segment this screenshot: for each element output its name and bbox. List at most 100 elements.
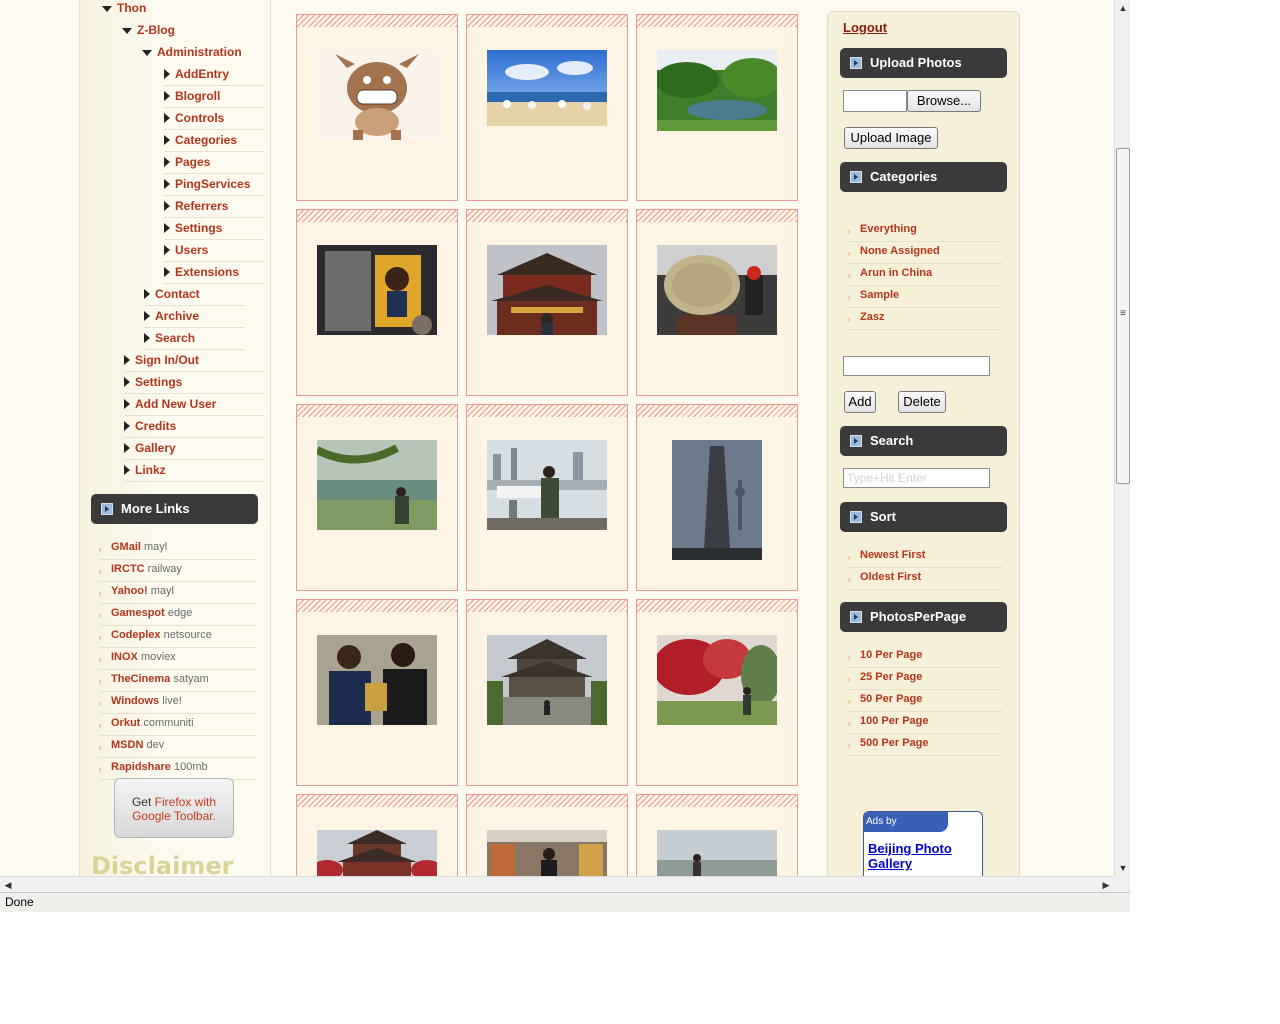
tree-item-extensions[interactable]: Extensions [164, 264, 264, 286]
tree-item-blogroll[interactable]: Blogroll [164, 88, 264, 110]
photo-friends[interactable] [317, 635, 437, 725]
tree-item-addentry[interactable]: AddEntry [164, 66, 264, 88]
tree-item-settings-admin[interactable]: Settings [164, 220, 264, 242]
collapsed-icon [124, 420, 130, 431]
bullet-icon: › [848, 553, 851, 562]
tree-item-credits[interactable]: Credits [124, 418, 264, 440]
link-item-inox[interactable]: › INOX moviex [99, 650, 255, 672]
browse-button[interactable]: Browse... [907, 90, 981, 112]
tree-item-pingservices[interactable]: PingServices [164, 176, 264, 198]
link-item-msdn[interactable]: › MSDN dev [99, 738, 255, 760]
sort-oldest-first[interactable]: › Oldest First [848, 570, 1003, 592]
bullet-icon: › [848, 315, 851, 324]
collapsed-icon [124, 442, 130, 453]
tree-item-gallery[interactable]: Gallery [124, 440, 264, 462]
collapsed-icon [144, 310, 150, 321]
bullet-icon: › [848, 697, 851, 706]
search-header: Search [840, 426, 1007, 456]
delete-category-button[interactable]: Delete [898, 391, 946, 413]
tree-item-controls[interactable]: Controls [164, 110, 264, 132]
arrow-box-icon [850, 171, 862, 183]
ads-by-google-label[interactable]: Ads by Google [864, 812, 948, 850]
bullet-icon: › [848, 249, 851, 258]
collapsed-icon [124, 464, 130, 475]
category-everything[interactable]: › Everything [848, 222, 1003, 244]
scroll-up-arrow-icon[interactable]: ▲ [1115, 0, 1131, 16]
sort-newest-first[interactable]: › Newest First [848, 548, 1003, 570]
expanded-icon [122, 27, 132, 34]
photo-red-trees[interactable] [657, 635, 777, 725]
collapsed-icon [144, 332, 150, 343]
tree-item-settings[interactable]: Settings [124, 374, 264, 396]
photos-per-page-header: PhotosPerPage [840, 602, 1007, 632]
photo-pagoda[interactable] [487, 635, 607, 725]
horizontal-scrollbar[interactable]: ◀ ▶ [0, 876, 1114, 892]
photo-monument[interactable] [672, 440, 762, 560]
tree-item-sign-in-out[interactable]: Sign In/Out [124, 352, 264, 374]
tree-item-contact[interactable]: Contact [144, 286, 244, 308]
collapsed-icon [124, 376, 130, 387]
photo-lake[interactable] [657, 50, 777, 131]
category-arun-in-china[interactable]: › Arun in China [848, 266, 1003, 288]
get-firefox-button[interactable]: Get Firefox with Google Toolbar. [114, 778, 234, 838]
tree-item-thon[interactable]: Thon [102, 0, 146, 22]
vertical-scrollbar[interactable]: ▲ ≡ ▼ [1114, 0, 1130, 876]
add-category-button[interactable]: Add [844, 391, 876, 413]
link-item-gmail[interactable]: › GMail mayl [99, 540, 255, 562]
logout-link[interactable]: Logout [843, 20, 887, 35]
photo-river[interactable] [657, 830, 777, 876]
per-page-500[interactable]: › 500 Per Page [848, 736, 1003, 758]
per-page-50[interactable]: › 50 Per Page [848, 692, 1003, 714]
arrow-box-icon [850, 435, 862, 447]
category-none-assigned[interactable]: › None Assigned [848, 244, 1003, 266]
bullet-icon: › [848, 575, 851, 584]
expanded-icon [102, 5, 112, 12]
expanded-icon [142, 49, 152, 56]
tree-item-categories[interactable]: Categories [164, 132, 264, 154]
google-ads-box: Ads by Google Beijing Photo Gallery [863, 811, 983, 876]
tree-item-pages[interactable]: Pages [164, 154, 264, 176]
collapsed-icon [164, 68, 170, 79]
photo-drum[interactable] [657, 245, 777, 335]
tree-item-archive[interactable]: Archive [144, 308, 244, 330]
arrow-box-icon [850, 511, 862, 523]
link-item-thecinema[interactable]: › TheCinema satyam [99, 672, 255, 694]
scroll-down-arrow-icon[interactable]: ▼ [1115, 860, 1131, 876]
tree-item-zblog[interactable]: Z-Blog [122, 22, 175, 44]
ad-link-beijing-photo-gallery[interactable]: Beijing Photo Gallery [868, 841, 982, 871]
bullet-icon: › [99, 721, 102, 730]
photo-temple-red[interactable] [317, 830, 437, 876]
scroll-left-arrow-icon[interactable]: ◀ [0, 877, 16, 893]
link-item-orkut[interactable]: › Orkut communiti [99, 716, 255, 738]
link-item-windows[interactable]: › Windows live! [99, 694, 255, 716]
category-sample[interactable]: › Sample [848, 288, 1003, 310]
photo-skyline[interactable] [487, 440, 607, 530]
photo-store[interactable] [487, 830, 607, 876]
photo-bobblehead[interactable] [317, 245, 437, 335]
status-bar: Done [0, 892, 1130, 912]
scroll-right-arrow-icon[interactable]: ▶ [1098, 877, 1114, 893]
photo-temple[interactable] [487, 245, 607, 335]
tree-item-administration[interactable]: Administration [142, 44, 242, 66]
photo-cartoon[interactable] [317, 50, 437, 140]
photo-beach[interactable] [487, 50, 607, 126]
file-path-input[interactable] [843, 90, 907, 112]
link-item-gamespot[interactable]: › Gamespot edge [99, 606, 255, 628]
tree-item-search[interactable]: Search [144, 330, 244, 352]
tree-item-add-new-user[interactable]: Add New User [124, 396, 264, 418]
search-input[interactable] [843, 468, 990, 488]
tree-item-linkz[interactable]: Linkz [124, 462, 264, 484]
per-page-100[interactable]: › 100 Per Page [848, 714, 1003, 736]
link-item-codeplex[interactable]: › Codeplex netsource [99, 628, 255, 650]
link-item-yahoo[interactable]: › Yahoo! mayl [99, 584, 255, 606]
link-item-irctc[interactable]: › IRCTC railway [99, 562, 255, 584]
per-page-10[interactable]: › 10 Per Page [848, 648, 1003, 670]
bullet-icon: › [99, 611, 102, 620]
category-zasz[interactable]: › Zasz [848, 310, 1003, 332]
category-name-input[interactable] [843, 356, 990, 376]
photo-riverside[interactable] [317, 440, 437, 530]
tree-item-users[interactable]: Users [164, 242, 264, 264]
tree-item-referrers[interactable]: Referrers [164, 198, 264, 220]
per-page-25[interactable]: › 25 Per Page [848, 670, 1003, 692]
upload-image-button[interactable]: Upload Image [844, 127, 938, 149]
